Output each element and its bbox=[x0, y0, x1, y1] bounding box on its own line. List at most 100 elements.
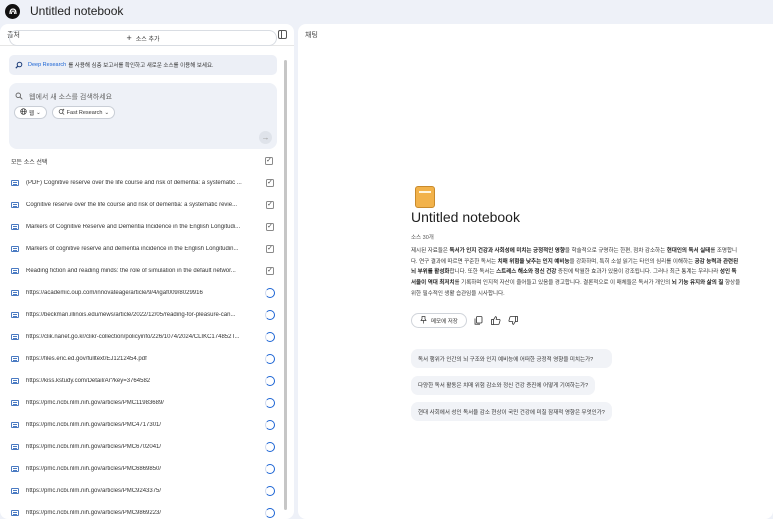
document-icon bbox=[11, 268, 19, 274]
document-icon bbox=[11, 246, 19, 252]
source-item[interactable]: https://clik.nanet.go.kr/clikr-collectio… bbox=[11, 326, 275, 348]
document-icon bbox=[11, 400, 19, 406]
source-status bbox=[265, 376, 275, 386]
source-item[interactable]: Markers of cognitive reserve and dementi… bbox=[11, 238, 275, 260]
source-title: https://files.eric.ed.gov/fulltext/EJ121… bbox=[26, 356, 147, 362]
select-all-checkbox[interactable]: ✓ bbox=[265, 157, 273, 165]
summary-actions: 메모에 저장 bbox=[411, 313, 518, 328]
document-icon bbox=[11, 510, 19, 516]
source-checkbox[interactable]: ✓ bbox=[266, 245, 274, 253]
globe-icon bbox=[20, 108, 27, 117]
source-item[interactable]: https://pmc.ncbi.nlm.nih.gov/articles/PM… bbox=[11, 436, 275, 458]
source-item[interactable]: https://pmc.ncbi.nlm.nih.gov/articles/PM… bbox=[11, 502, 275, 519]
notebooklm-logo-icon[interactable] bbox=[5, 3, 20, 19]
search-input[interactable]: 웹에서 새 소스를 검색하세요 bbox=[29, 92, 112, 102]
source-status bbox=[265, 442, 275, 452]
source-title: Reading fiction and reading minds: the r… bbox=[26, 268, 236, 274]
source-status bbox=[265, 288, 275, 298]
source-title: Markers of Cognitive Reserve and Dementi… bbox=[26, 224, 241, 230]
pin-icon bbox=[420, 315, 427, 326]
document-icon bbox=[11, 488, 19, 494]
notebook-emoji-icon bbox=[415, 186, 435, 208]
source-title: https://beckman.illinois.edu/news/articl… bbox=[26, 312, 236, 318]
select-all-label: 모든 소스 선택 bbox=[11, 159, 48, 166]
loading-spinner-icon bbox=[265, 464, 275, 474]
source-item[interactable]: https://pmc.ncbi.nlm.nih.gov/articles/PM… bbox=[11, 392, 275, 414]
collapse-panel-icon[interactable] bbox=[278, 30, 287, 39]
loading-spinner-icon bbox=[265, 354, 275, 364]
source-item[interactable]: https://pmc.ncbi.nlm.nih.gov/articles/PM… bbox=[11, 480, 275, 502]
scope-dropdown[interactable]: 웹 ⌄ bbox=[14, 106, 47, 119]
source-checkbox[interactable]: ✓ bbox=[266, 267, 274, 275]
source-checkbox[interactable]: ✓ bbox=[266, 201, 274, 209]
source-status bbox=[265, 398, 275, 408]
deep-research-banner: Deep Research 를 사용해 심층 보고서를 확인하고 새로운 소스를… bbox=[9, 55, 277, 75]
save-to-note-button[interactable]: 메모에 저장 bbox=[411, 313, 467, 328]
save-memo-label: 메모에 저장 bbox=[431, 318, 458, 325]
summary-highlight: 치매 위험을 낮추는 인지 예비능 bbox=[497, 258, 570, 265]
thumbs-down-icon[interactable] bbox=[508, 316, 518, 326]
document-icon bbox=[11, 378, 19, 384]
source-status: ✓ bbox=[265, 201, 275, 209]
document-icon bbox=[11, 290, 19, 296]
source-title: https://kiss.kstudy.com/Detail/Ar?key=37… bbox=[26, 378, 151, 384]
summary-highlight: 스트레스 해소와 정신 건강 bbox=[496, 269, 557, 276]
source-list: (PDF) Cognitive reserve over the life co… bbox=[11, 172, 275, 519]
document-icon bbox=[11, 334, 19, 340]
deep-research-link[interactable]: Deep Research bbox=[28, 62, 66, 68]
research-mode-dropdown[interactable]: Fast Research ⌄ bbox=[51, 106, 116, 119]
add-source-label: 소스 추가 bbox=[135, 36, 160, 43]
notebook-title[interactable]: Untitled notebook bbox=[30, 4, 123, 18]
scope-label: 웹 bbox=[29, 110, 35, 117]
document-icon bbox=[11, 444, 19, 450]
source-item[interactable]: https://pmc.ncbi.nlm.nih.gov/articles/PM… bbox=[11, 414, 275, 436]
copy-icon[interactable] bbox=[474, 316, 484, 326]
loading-spinner-icon bbox=[265, 508, 275, 518]
source-status bbox=[265, 354, 275, 364]
source-item[interactable]: https://pmc.ncbi.nlm.nih.gov/articles/PM… bbox=[11, 458, 275, 480]
source-checkbox[interactable]: ✓ bbox=[266, 179, 274, 187]
document-icon bbox=[11, 202, 19, 208]
sparkle-search-icon bbox=[58, 108, 65, 117]
summary-text: 을 학술적으로 규명하는 한편, 점차 감소하는 bbox=[564, 248, 667, 254]
loading-spinner-icon bbox=[265, 442, 275, 452]
source-item[interactable]: (PDF) Cognitive reserve over the life co… bbox=[11, 172, 275, 194]
source-title: Markers of cognitive reserve and dementi… bbox=[26, 246, 239, 252]
thumbs-up-icon[interactable] bbox=[490, 316, 501, 326]
source-title: https://pmc.ncbi.nlm.nih.gov/articles/PM… bbox=[26, 510, 162, 516]
source-item[interactable]: https://academic.oup.com/innovateage/art… bbox=[11, 282, 275, 304]
chat-header: 채팅 bbox=[298, 24, 773, 46]
suggested-question[interactable]: 독서 행위가 인간의 뇌 구조와 인지 예비능에 어떠한 긍정적 영향을 미치는… bbox=[411, 349, 612, 368]
loading-spinner-icon bbox=[265, 398, 275, 408]
source-item[interactable]: https://beckman.illinois.edu/news/articl… bbox=[11, 304, 275, 326]
top-bar: Untitled notebook bbox=[0, 0, 773, 22]
source-item[interactable]: Cognitive reserve over the life course a… bbox=[11, 194, 275, 216]
source-item[interactable]: https://files.eric.ed.gov/fulltext/EJ121… bbox=[11, 348, 275, 370]
select-all-row[interactable]: 모든 소스 선택 ✓ bbox=[11, 156, 273, 166]
suggested-question[interactable]: 다양한 독서 활동은 치매 위험 감소와 정신 건강 증진에 어떻게 기여하는가… bbox=[411, 375, 596, 395]
chat-heading: 채팅 bbox=[305, 32, 318, 39]
submit-search-button[interactable]: → bbox=[259, 131, 272, 144]
summary-text: 제시된 자료들은 bbox=[411, 248, 450, 254]
source-item[interactable]: https://kiss.kstudy.com/Detail/Ar?key=37… bbox=[11, 370, 275, 392]
source-checkbox[interactable]: ✓ bbox=[266, 223, 274, 231]
notebook-summary: 제시된 자료들은 독서가 인지 건강과 사회성에 미치는 긍정적인 영향을 학술… bbox=[411, 246, 741, 300]
document-icon bbox=[11, 466, 19, 472]
source-item[interactable]: Reading fiction and reading minds: the r… bbox=[11, 260, 275, 282]
document-icon bbox=[11, 312, 19, 318]
sources-scrollbar[interactable] bbox=[284, 60, 287, 510]
summary-highlight: 독서가 인지 건강과 사회성에 미치는 긍정적인 영향 bbox=[449, 248, 565, 254]
source-title: https://pmc.ncbi.nlm.nih.gov/articles/PM… bbox=[26, 466, 162, 472]
search-icon bbox=[15, 92, 23, 102]
source-title: https://pmc.ncbi.nlm.nih.gov/articles/PM… bbox=[26, 488, 162, 494]
loading-spinner-icon bbox=[265, 332, 275, 342]
document-icon bbox=[11, 356, 19, 362]
source-title: https://pmc.ncbi.nlm.nih.gov/articles/PM… bbox=[26, 444, 162, 450]
source-title: (PDF) Cognitive reserve over the life co… bbox=[26, 180, 242, 186]
source-status bbox=[265, 486, 275, 496]
loading-spinner-icon bbox=[265, 420, 275, 430]
suggested-question[interactable]: 현대 사회에서 성인 독서율 감소 현상이 국민 건강에 미칠 잠재적 영향은 … bbox=[411, 402, 612, 421]
source-status: ✓ bbox=[265, 223, 275, 231]
source-item[interactable]: Markers of Cognitive Reserve and Dementi… bbox=[11, 216, 275, 238]
add-source-button[interactable]: + 소스 추가 bbox=[9, 30, 277, 46]
